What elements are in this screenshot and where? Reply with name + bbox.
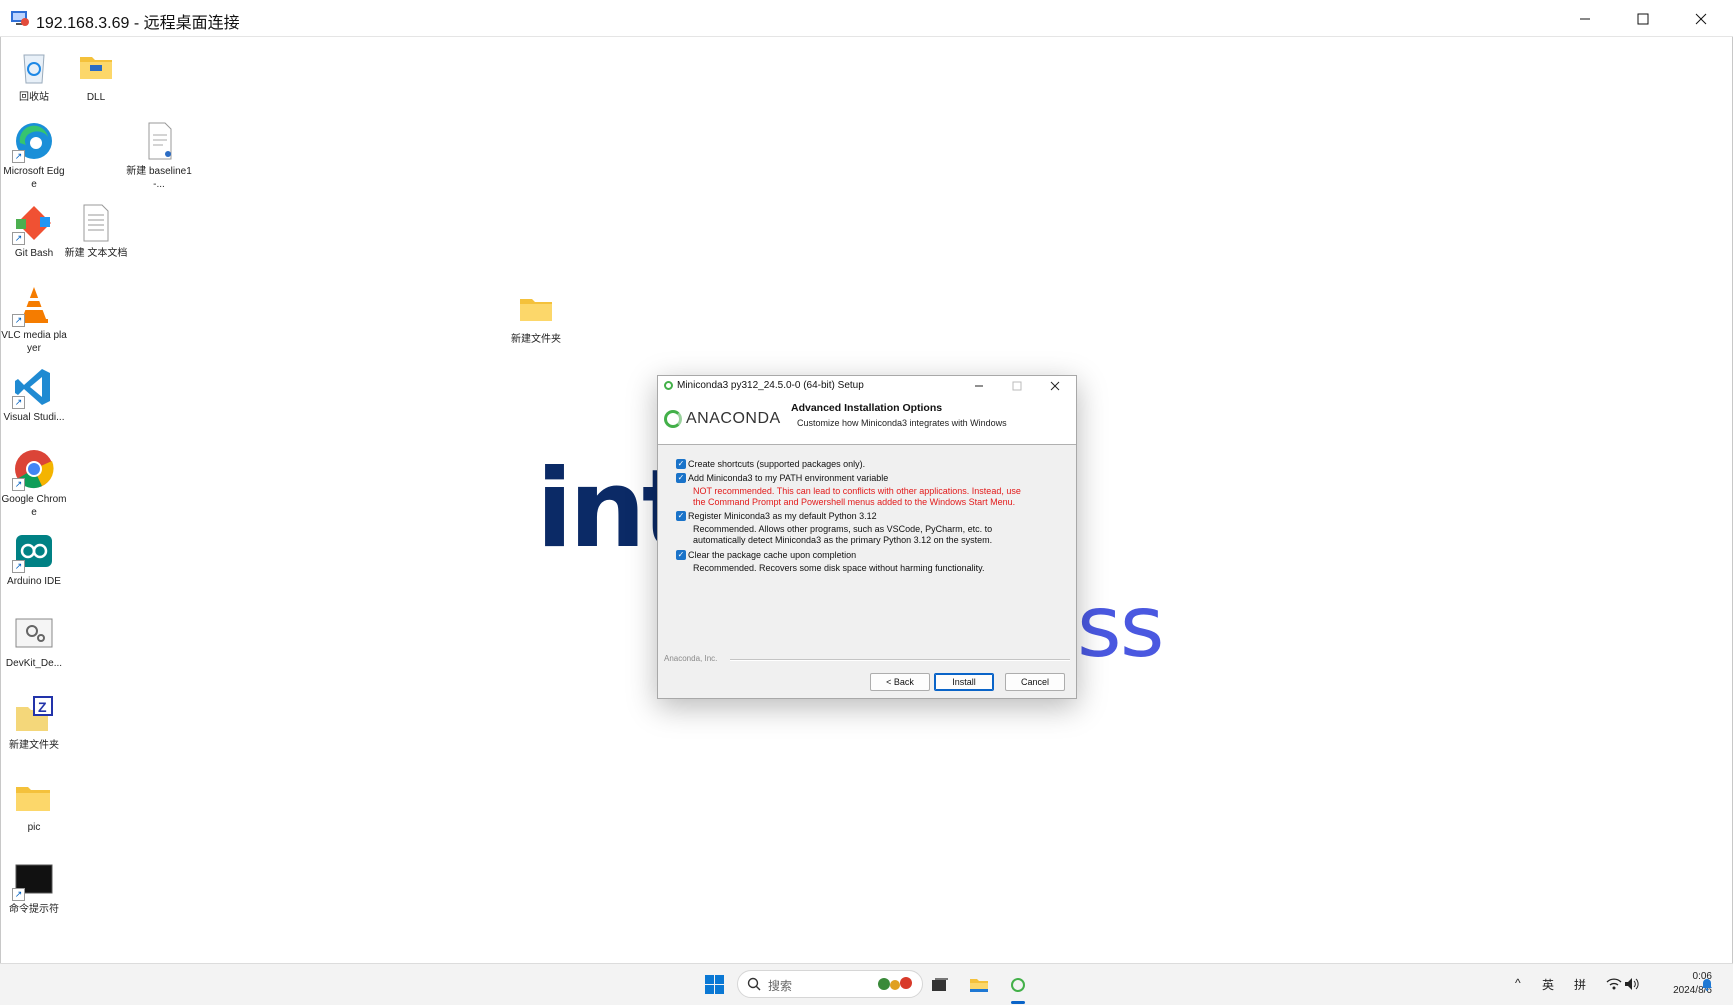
warning-text: NOT recommended. This can lead to confli… [693, 486, 1021, 496]
footer-brand: Anaconda, Inc. [664, 654, 718, 663]
taskbar-app-file-explorer[interactable] [964, 970, 994, 1000]
desktop-icon-visual-studio-code[interactable]: ↗ Visual Studi... [1, 365, 67, 424]
anaconda-icon [1011, 978, 1025, 992]
option-clear-cache[interactable]: ✓ Clear the package cache upon completio… [676, 550, 984, 574]
checkbox-checked[interactable]: ✓ [676, 473, 686, 483]
dialog-close-button[interactable] [1036, 376, 1074, 396]
desktop-icon-dll[interactable]: DLL [63, 45, 129, 104]
back-button[interactable]: < Back [870, 673, 930, 691]
desktop-icon-pic[interactable]: pic [1, 775, 67, 834]
rdp-maximize-button[interactable] [1614, 0, 1672, 37]
notification-bell-icon[interactable] [1700, 977, 1714, 991]
close-icon [1695, 13, 1707, 24]
desktop-icon-text-document[interactable]: 新建 文本文档 [63, 201, 129, 260]
dialog-maximize-button [998, 376, 1036, 396]
remote-desktop-icon [11, 11, 29, 26]
desktop-icon-new-folder[interactable]: 新建文件夹 [503, 287, 569, 346]
desktop-icon-microsoft-edge[interactable]: ↗ Microsoft Edge [1, 119, 67, 191]
desktop-icon-git-bash[interactable]: ↗ Git Bash [1, 201, 67, 260]
desktop-icon-baseline-doc[interactable]: 新建 baseline1-... [126, 119, 192, 191]
settings-app-icon [15, 618, 53, 648]
folder-icon [520, 299, 552, 321]
dialog-title: Miniconda3 py312_24.5.0-0 (64-bit) Setup [677, 380, 864, 391]
search-icon [747, 977, 761, 991]
desktop-icon-new-folder-z[interactable]: Z 新建文件夹 [1, 693, 67, 752]
option-description: automatically detect Miniconda3 as the p… [693, 535, 993, 545]
desktop-icon-google-chrome[interactable]: ↗ Google Chrome [1, 447, 67, 519]
option-create-shortcuts[interactable]: ✓ Create shortcuts (supported packages o… [676, 459, 865, 470]
ime-mode-indicator[interactable]: 拼 [1574, 976, 1586, 993]
dialog-title-bar: Miniconda3 py312_24.5.0-0 (64-bit) Setup [658, 376, 1076, 396]
desktop-icon-recycle-bin[interactable]: 回收站 [1, 45, 67, 104]
option-description: Recommended. Allows other programs, such… [693, 524, 993, 534]
volume-icon[interactable] [1624, 977, 1640, 991]
shortcut-arrow-icon: ↗ [12, 314, 25, 327]
file-explorer-icon [970, 979, 988, 992]
text-file-icon [83, 204, 109, 242]
recycle-bin-icon [23, 54, 45, 84]
option-register-default-python[interactable]: ✓ Register Miniconda3 as my default Pyth… [676, 511, 992, 546]
desktop-icon-arduino-ide[interactable]: ↗ Arduino IDE [1, 529, 67, 588]
maximize-icon [1012, 381, 1022, 391]
close-icon [1050, 381, 1060, 391]
option-add-to-path[interactable]: ✓ Add Miniconda3 to my PATH environment … [676, 473, 1021, 508]
warning-text: the Command Prompt and Powershell menus … [693, 497, 1016, 507]
rdp-close-button[interactable] [1672, 0, 1730, 37]
option-description: Recommended. Recovers some disk space wi… [693, 563, 985, 573]
active-app-indicator [1011, 1001, 1025, 1004]
document-icon [148, 122, 172, 160]
shortcut-arrow-icon: ↗ [12, 232, 25, 245]
checkbox-checked[interactable]: ✓ [676, 511, 686, 521]
svg-text:Z: Z [38, 699, 47, 715]
taskbar-app-task-view[interactable] [925, 970, 955, 1000]
rdp-window-title: 192.168.3.69 - 远程桌面连接 [36, 15, 240, 32]
folder-icon [16, 787, 50, 811]
shortcut-arrow-icon: ↗ [12, 396, 25, 409]
rdp-minimize-button[interactable] [1556, 0, 1614, 37]
taskbar: 搜索 ^ 英 拼 0:06 2024/8/6 [0, 963, 1733, 1005]
checkbox-checked[interactable]: ✓ [676, 550, 686, 560]
install-button[interactable]: Install [934, 673, 994, 691]
desktop-icon-vlc[interactable]: ↗ VLC media player [1, 283, 67, 355]
miniconda-setup-dialog: Miniconda3 py312_24.5.0-0 (64-bit) Setup… [657, 375, 1077, 699]
desktop-icon-devkit[interactable]: DevKit_De... [1, 611, 67, 670]
anaconda-ring-icon [664, 410, 682, 428]
tray-overflow-chevron[interactable]: ^ [1515, 976, 1521, 990]
minimize-icon [975, 385, 983, 387]
windows-start-icon[interactable] [705, 975, 724, 994]
minimize-icon [1580, 18, 1590, 19]
dialog-header: ANACONDA Advanced Installation Options C… [658, 396, 1076, 445]
zip-folder-icon: Z [16, 696, 53, 731]
shortcut-arrow-icon: ↗ [12, 150, 25, 163]
desktop-icon-command-prompt[interactable]: ↗ 命令提示符 [1, 857, 67, 916]
page-title: Advanced Installation Options [791, 402, 943, 414]
cancel-button[interactable]: Cancel [1005, 673, 1065, 691]
checkbox-checked[interactable]: ✓ [676, 459, 686, 469]
taskbar-search-box[interactable]: 搜索 [737, 970, 923, 998]
rdp-title-bar: 192.168.3.69 - 远程桌面连接 [0, 0, 1733, 37]
search-placeholder: 搜索 [768, 979, 793, 993]
footer-divider [730, 659, 1070, 661]
page-subtitle: Customize how Miniconda3 integrates with… [797, 418, 1007, 428]
anaconda-app-icon [664, 381, 673, 390]
shortcut-arrow-icon: ↗ [12, 478, 25, 491]
task-view-icon [932, 978, 948, 991]
anaconda-logo: ANACONDA [664, 410, 781, 428]
shortcut-arrow-icon: ↗ [12, 560, 25, 573]
shortcut-arrow-icon: ↗ [12, 888, 25, 901]
maximize-icon [1637, 13, 1649, 24]
search-highlight-icon [878, 977, 912, 990]
taskbar-app-anaconda-setup[interactable] [1003, 970, 1033, 1000]
wifi-icon[interactable] [1606, 977, 1622, 991]
ime-language-indicator[interactable]: 英 [1542, 976, 1554, 993]
folder-icon [80, 57, 112, 79]
dialog-minimize-button[interactable] [960, 376, 998, 396]
remote-desktop: inte ess 回收站 DLL ↗ Microsoft Edge 新建 bas… [0, 37, 1733, 963]
